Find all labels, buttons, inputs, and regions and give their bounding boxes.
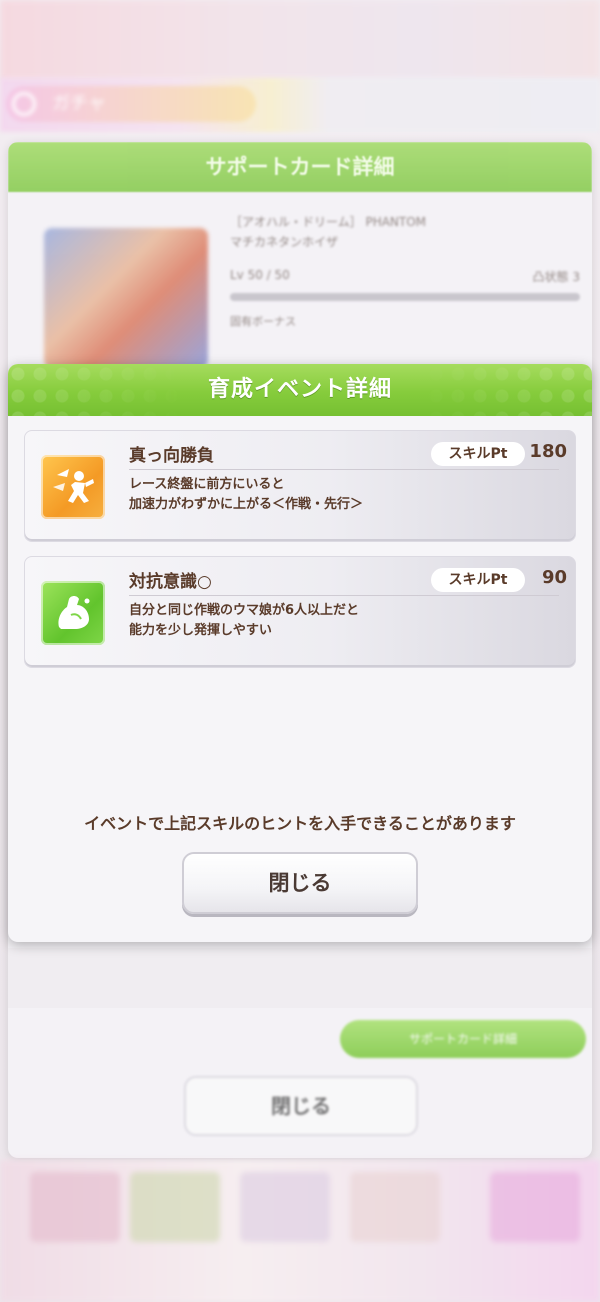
skill-list: 真っ向勝負 スキルPt 180 レース終盤に前方にいると 加速力がわずかに上がる… (24, 430, 576, 682)
bg-thumb (130, 1172, 220, 1242)
card-level-row: Lv 50 / 50 凸状態 3 (230, 268, 580, 285)
skill-divider (129, 595, 559, 596)
skill-description: レース終盤に前方にいると 加速力がわずかに上がる＜作戦・先行＞ (129, 477, 364, 512)
card-level: Lv 50 / 50 (230, 268, 290, 282)
skill-description: 自分と同じ作戦のウマ娘が6人以上だと 能力を少し発揮しやすい (129, 603, 360, 638)
back-close-button: 閉じる (184, 1076, 418, 1136)
skill-card[interactable]: 対抗意識○ スキルPt 90 自分と同じ作戦のウマ娘が6人以上だと 能力を少し発… (24, 556, 576, 668)
card-name-line1: ［アオハル・ドリーム］ PHANTOM (230, 215, 427, 229)
bg-thumb (490, 1172, 580, 1242)
level-bar (230, 293, 580, 301)
background-header: ガチャ (0, 78, 600, 132)
support-card-image (44, 228, 208, 368)
skill-card[interactable]: 真っ向勝負 スキルPt 180 レース終盤に前方にいると 加速力がわずかに上がる… (24, 430, 576, 542)
support-card-detail-title: サポートカード詳細 (8, 142, 592, 192)
unique-bonus-label: 固有ボーナス (230, 315, 296, 328)
flexed-arm-icon (41, 581, 105, 645)
background-scene (0, 0, 600, 80)
skill-name: 対抗意識○ (129, 572, 212, 592)
skill-pt-label: スキルPt (431, 442, 525, 466)
skill-pt-value: 180 (529, 441, 567, 462)
modal-title: 育成イベント詳細 (207, 377, 392, 402)
gacha-label: ガチャ (52, 93, 106, 114)
close-button[interactable]: 閉じる (182, 852, 418, 914)
modal-header: 育成イベント詳細 (8, 364, 592, 416)
skill-divider (129, 469, 559, 470)
bg-thumb (240, 1172, 330, 1242)
card-name-line2: マチカネタンホイザ (230, 235, 339, 249)
bg-thumb (350, 1172, 440, 1242)
skill-name: 真っ向勝負 (129, 446, 214, 466)
hint-notice: イベントで上記スキルのヒントを入手できることがあります (84, 814, 516, 833)
skill-pt-value: 90 (541, 567, 567, 588)
gacha-tab: ガチャ (6, 86, 256, 122)
bg-thumb (30, 1172, 120, 1242)
speed-burst-icon (41, 455, 105, 519)
card-limit-break: 凸状態 3 (532, 270, 580, 284)
back-panel-strip (8, 948, 592, 1008)
background-footer (0, 1160, 600, 1302)
skill-pt-label: スキルPt (431, 568, 525, 592)
gacha-icon (12, 92, 36, 116)
back-green-button: サポートカード詳細 (340, 1020, 586, 1058)
support-card-info: ［アオハル・ドリーム］ PHANTOM マチカネタンホイザ Lv 50 / 50… (230, 212, 580, 329)
training-event-detail-modal: 育成イベント詳細 真っ向勝負 スキルPt 180 レース終盤に前方にいると 加速… (8, 364, 592, 942)
